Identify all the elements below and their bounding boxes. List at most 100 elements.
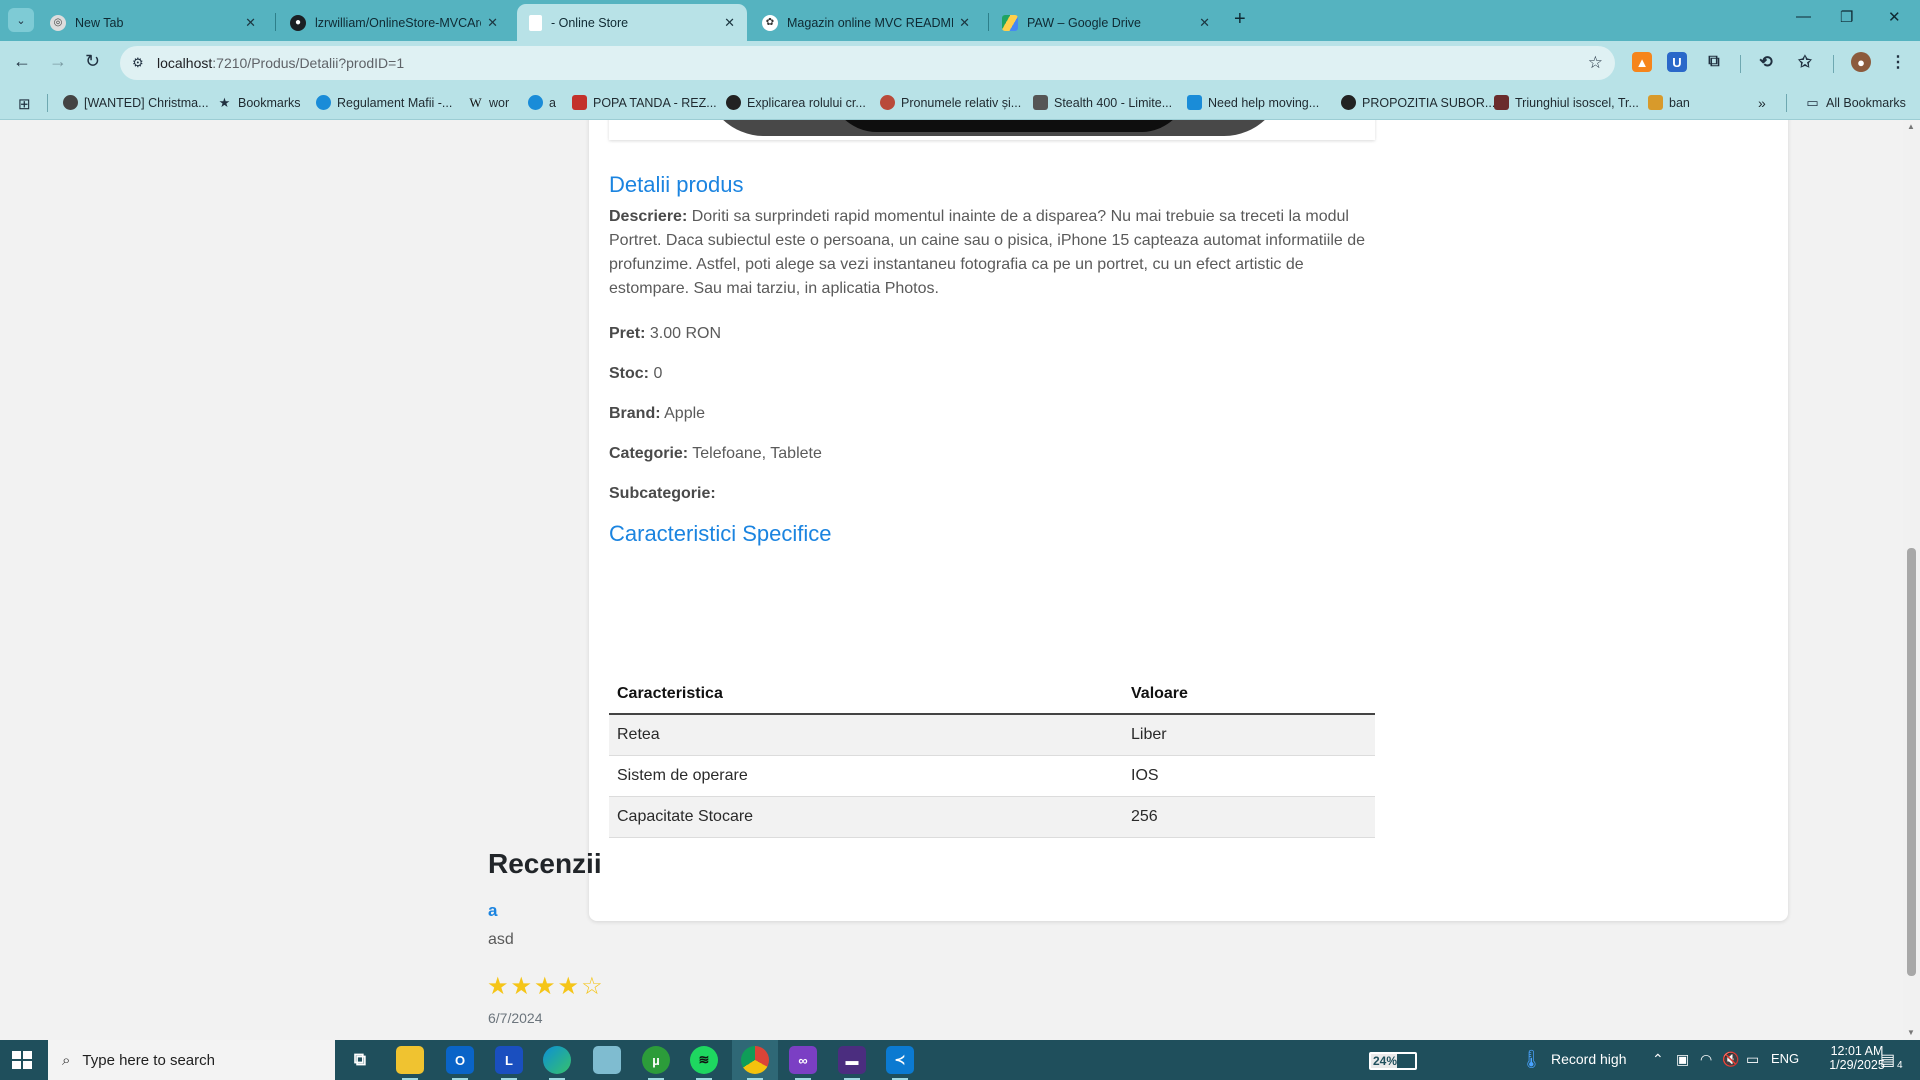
table-cell: Liber [1123, 714, 1375, 756]
search-placeholder: Type here to search [82, 1051, 215, 1069]
bookmark-item[interactable]: POPA TANDA - REZ... [572, 95, 717, 110]
close-icon[interactable]: ✕ [959, 15, 970, 31]
product-image [609, 120, 1375, 140]
bookmark-site-icon [528, 95, 543, 110]
column-header: Caracteristica [609, 674, 1123, 715]
folder-icon: ▭ [1806, 94, 1819, 110]
visual-studio-icon[interactable]: ∞ [789, 1046, 817, 1080]
bookmark-item[interactable]: PROPOZITIA SUBOR... [1341, 95, 1495, 110]
history-icon[interactable]: ⟲ [1756, 52, 1776, 72]
profile-avatar[interactable]: ● [1851, 52, 1871, 72]
all-bookmarks-button[interactable]: ▭ All Bookmarks [1805, 95, 1906, 110]
minimize-button[interactable]: — [1796, 8, 1811, 25]
reload-button[interactable]: ↻ [85, 51, 100, 72]
chrome-icon: ◎ [50, 14, 66, 31]
start-button[interactable] [12, 1051, 32, 1069]
windows-taskbar: ⌕ Type here to search ⧉ O L µ ≋ ∞ ▬ ≺ 24… [0, 1040, 1920, 1080]
category-value: Telefoane, Tablete [692, 445, 822, 462]
scrollbar-thumb[interactable] [1907, 548, 1916, 976]
back-button[interactable]: ← [13, 51, 31, 72]
bookmark-item[interactable]: Pronumele relativ și... [880, 95, 1021, 110]
bookmarks-overflow-button[interactable]: » [1758, 95, 1766, 111]
taskbar-search[interactable]: ⌕ Type here to search [48, 1040, 335, 1080]
plus-icon: + [1234, 8, 1246, 30]
task-view-icon[interactable]: ⧉ [346, 1046, 374, 1074]
close-icon[interactable]: ✕ [487, 15, 498, 31]
tab-search-button[interactable]: ⌄ [8, 8, 34, 32]
tab-google-drive[interactable]: PAW – Google Drive ✕ [990, 4, 1222, 41]
notepad-icon[interactable] [593, 1046, 621, 1074]
price-field: Pret: 3.00 RON [609, 325, 722, 342]
page-scrollbar[interactable]: ▲ ▼ [1903, 120, 1920, 1040]
outlook-icon[interactable]: O [446, 1046, 474, 1080]
bookmark-item[interactable]: Triunghiul isoscel, Tr... [1494, 95, 1639, 110]
wifi-icon[interactable]: ◠ [1700, 1051, 1712, 1068]
brand-field: Brand: Apple [609, 405, 706, 422]
tab-strip: ⌄ ◎ New Tab ✕ ● lzrwilliam/OnlineStore-M… [0, 0, 1920, 41]
tab-separator [988, 13, 989, 31]
bookmark-item[interactable]: a [528, 95, 556, 110]
scroll-down-arrow-icon[interactable]: ▼ [1907, 1028, 1915, 1037]
chrome-taskbar-icon[interactable] [741, 1046, 769, 1080]
bookmark-item[interactable]: Need help moving... [1187, 95, 1319, 110]
site-info-icon[interactable]: ⚙ [132, 55, 144, 71]
specs-heading: Caracteristici Specifice [609, 521, 832, 546]
apps-grid-icon[interactable]: ⊞ [18, 95, 31, 113]
review-rating-stars: ★★★★☆ [487, 973, 605, 1000]
bookmark-star-icon[interactable]: ☆ [1588, 53, 1603, 73]
wikipedia-icon: W [469, 94, 482, 110]
thermometer-icon: 🌡 [1520, 1049, 1543, 1069]
url-path: :7210/Produs/Detalii?prodID=1 [212, 55, 405, 71]
utorrent-icon[interactable]: µ [642, 1046, 670, 1080]
language-indicator[interactable]: ENG [1771, 1051, 1799, 1066]
chevron-double-right-icon: » [1758, 95, 1766, 111]
speaker-muted-icon[interactable]: 🔇 [1722, 1051, 1739, 1068]
arrow-left-icon: ← [13, 51, 31, 71]
bookmark-site-icon [1341, 95, 1356, 110]
edge-icon[interactable] [543, 1046, 571, 1080]
close-icon[interactable]: ✕ [724, 15, 735, 31]
url-text[interactable]: localhost:7210/Produs/Detalii?prodID=1 [157, 55, 404, 71]
spotify-icon[interactable]: ≋ [690, 1046, 718, 1080]
bookmarks-manager-icon[interactable]: ✩ [1795, 52, 1815, 72]
toolbar-separator [1833, 55, 1834, 73]
browser-toolbar: ← → ↻ ⚙ localhost:7210/Produs/Detalii?pr… [0, 41, 1920, 86]
bookmark-site-icon [1648, 95, 1663, 110]
bookmark-item[interactable]: [WANTED] Christma... [63, 95, 209, 110]
github-icon: ● [290, 14, 306, 31]
metamask-icon[interactable]: ▲ [1632, 52, 1652, 72]
tab-online-store[interactable]: - Online Store ✕ [517, 4, 747, 41]
weather-widget[interactable]: Record high [1551, 1051, 1627, 1067]
close-window-button[interactable]: ✕ [1888, 8, 1901, 26]
scroll-up-arrow-icon[interactable]: ▲ [1907, 122, 1915, 131]
menu-kebab-icon[interactable]: ⋮ [1888, 52, 1908, 72]
extension-ui-icon[interactable]: U [1667, 52, 1687, 72]
battery-icon[interactable]: ▭ [1746, 1051, 1759, 1068]
address-bar[interactable]: ⚙ localhost:7210/Produs/Detalii?prodID=1… [120, 46, 1615, 80]
review-author-link[interactable]: a [488, 901, 497, 921]
bookmark-item[interactable]: Explicarea rolului cr... [726, 95, 866, 110]
tab-github[interactable]: ● lzrwilliam/OnlineStore-MVCArc ✕ [278, 4, 510, 41]
extensions-puzzle-icon[interactable]: ⧉ [1704, 52, 1724, 72]
notification-center-icon[interactable]: ▤ [1880, 1050, 1895, 1070]
terminal-icon[interactable]: ▬ [838, 1046, 866, 1080]
battery-indicator[interactable]: 24% [1369, 1052, 1417, 1070]
restore-button[interactable]: ❐ [1840, 8, 1853, 26]
bookmark-item[interactable]: Regulament Mafii -... [316, 95, 452, 110]
tab-new-tab[interactable]: ◎ New Tab ✕ [38, 4, 268, 41]
lightshot-icon[interactable]: L [495, 1046, 523, 1080]
close-icon[interactable]: ✕ [1199, 15, 1210, 31]
file-explorer-icon[interactable] [396, 1046, 424, 1080]
tab-readme[interactable]: ✿ Magazin online MVC README ✕ [750, 4, 982, 41]
new-tab-button[interactable]: + [1234, 8, 1246, 31]
forward-button[interactable]: → [49, 51, 67, 72]
bookmark-item[interactable]: Wwor [468, 95, 509, 110]
bookmark-folder[interactable]: ★ Bookmarks [217, 95, 301, 110]
details-heading: Detalii produs [609, 172, 744, 197]
bookmark-item[interactable]: ban [1648, 95, 1690, 110]
bookmark-item[interactable]: Stealth 400 - Limite... [1033, 95, 1172, 110]
meet-now-icon[interactable]: ▣ [1676, 1051, 1689, 1068]
close-icon[interactable]: ✕ [245, 15, 256, 31]
chevron-up-icon[interactable]: ⌃ [1652, 1051, 1664, 1068]
vscode-icon[interactable]: ≺ [886, 1046, 914, 1080]
